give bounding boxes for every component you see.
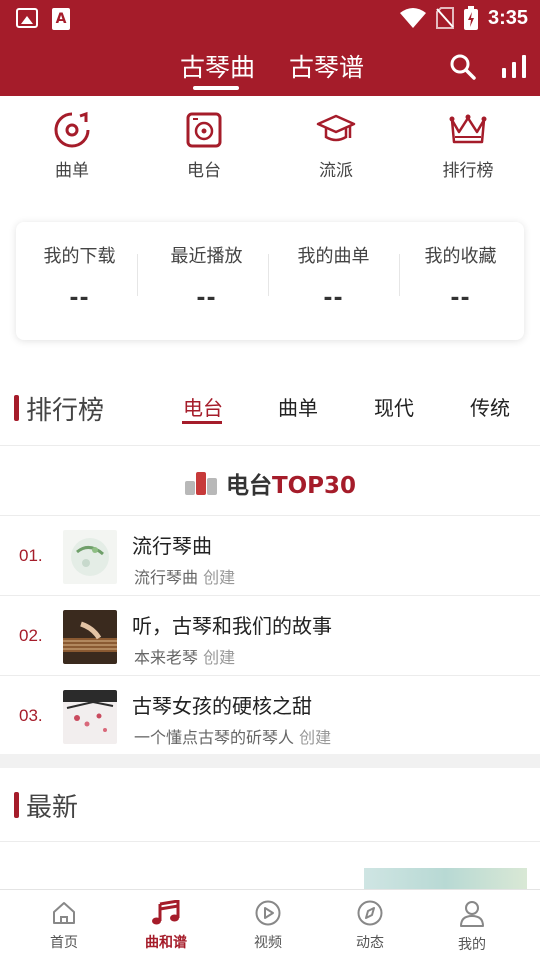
- divider: [268, 254, 269, 296]
- nav-video[interactable]: 视频: [228, 900, 308, 952]
- stat-label: 我的收藏: [424, 246, 497, 267]
- nav-feed[interactable]: 动态: [330, 900, 410, 952]
- item-title: 古琴女孩的硬核之甜: [132, 694, 312, 718]
- chart-bars-icon[interactable]: [500, 54, 528, 80]
- home-icon: [53, 902, 75, 924]
- app-header: A 3:35 古琴曲 古琴谱: [0, 0, 540, 96]
- item-suffix: 创建: [203, 568, 236, 587]
- category-label: 电台: [187, 161, 221, 181]
- category-genre[interactable]: 流派: [296, 110, 376, 181]
- cover-image: [63, 530, 117, 584]
- category-radio[interactable]: 电台: [164, 110, 244, 181]
- rank-number: 02.: [19, 626, 43, 645]
- stat-label: 我的曲单: [297, 246, 370, 267]
- nav-label: 视频: [254, 935, 282, 951]
- cover-image: [63, 690, 117, 744]
- rank-number: 03.: [19, 706, 43, 725]
- section-separator: [0, 754, 540, 768]
- no-sim-icon: [435, 7, 454, 29]
- nav-profile[interactable]: 我的: [432, 900, 512, 954]
- item-title: 流行琴曲: [132, 534, 212, 558]
- battery-icon: [463, 6, 478, 30]
- divider: [0, 841, 540, 842]
- nav-label: 首页: [50, 935, 78, 951]
- stat-downloads[interactable]: 我的下载 --: [16, 222, 143, 340]
- my-stats-card: 我的下载 -- 最近播放 -- 我的曲单 -- 我的收藏 --: [16, 222, 524, 340]
- category-row: 曲单 电台 流派 排行榜: [0, 110, 540, 190]
- list-item[interactable]: 02. 听，古琴和我们的故事 本来老琴 创建: [0, 596, 540, 676]
- item-suffix: 创建: [299, 728, 332, 747]
- text-a-icon: A: [52, 8, 70, 30]
- stat-value: --: [196, 286, 217, 311]
- stat-label: 最近播放: [170, 246, 243, 267]
- category-label: 流派: [319, 161, 353, 181]
- latest-cover-image[interactable]: [364, 868, 527, 890]
- compass-icon: [357, 900, 383, 926]
- nav-label: 动态: [356, 935, 384, 951]
- stat-value: --: [69, 286, 90, 311]
- list-item[interactable]: 03. 古琴女孩的硬核之甜 一个懂点古琴的斫琴人 创建: [0, 676, 540, 756]
- stat-favorites[interactable]: 我的收藏 --: [397, 222, 524, 340]
- stat-recent[interactable]: 最近播放 --: [143, 222, 270, 340]
- active-tab-indicator: [193, 86, 239, 90]
- stat-my-playlists[interactable]: 我的曲单 --: [270, 222, 397, 340]
- ranking-section-title: 排行榜: [26, 396, 105, 426]
- top30-highlight: TOP30: [271, 473, 357, 499]
- item-suffix: 创建: [203, 648, 236, 667]
- status-time: 3:35: [487, 6, 528, 29]
- section-accent: [14, 395, 19, 421]
- nav-music[interactable]: 曲和谱: [126, 900, 206, 952]
- rank-tab-indicator: [182, 421, 222, 424]
- tab-guqin-score[interactable]: 古琴谱: [289, 48, 364, 84]
- rank-tab-playlist[interactable]: 曲单: [278, 392, 318, 421]
- image-icon: [16, 8, 38, 28]
- stat-value: --: [450, 286, 471, 311]
- rank-tab-modern[interactable]: 现代: [374, 392, 414, 421]
- podium-icon: [184, 472, 217, 495]
- rank-tab-radio[interactable]: 电台: [183, 392, 223, 421]
- latest-section-title: 最新: [26, 793, 79, 823]
- divider: [0, 445, 540, 446]
- disc-icon: [54, 111, 90, 148]
- section-accent: [14, 792, 19, 818]
- stat-value: --: [323, 286, 344, 311]
- tab-guqin-music[interactable]: 古琴曲: [180, 48, 255, 84]
- item-author: 一个懂点古琴的斫琴人: [134, 728, 295, 747]
- music-note-icon: [152, 900, 180, 925]
- rank-number: 01.: [19, 546, 43, 565]
- item-author: 流行琴曲: [134, 568, 199, 587]
- divider: [137, 254, 138, 296]
- list-item[interactable]: 01. 流行琴曲 流行琴曲 创建: [0, 516, 540, 596]
- bottom-nav: 首页 曲和谱 视频 动态 我的: [0, 889, 540, 960]
- radio-icon: [186, 112, 222, 148]
- top30-banner[interactable]: 电台TOP30: [0, 466, 540, 506]
- category-label: 排行榜: [442, 161, 494, 181]
- crown-icon: [449, 114, 487, 144]
- nav-home[interactable]: 首页: [24, 900, 104, 952]
- wifi-icon: [399, 8, 426, 28]
- play-icon: [255, 900, 281, 926]
- search-icon[interactable]: [450, 54, 476, 80]
- graduation-cap-icon: [316, 114, 356, 142]
- item-title: 听，古琴和我们的故事: [132, 614, 332, 638]
- top30-prefix: 电台: [225, 473, 272, 499]
- cover-image: [63, 610, 117, 664]
- item-author: 本来老琴: [134, 648, 199, 667]
- stat-label: 我的下载: [43, 246, 116, 267]
- category-playlist[interactable]: 曲单: [32, 110, 112, 181]
- person-icon: [460, 901, 484, 927]
- status-bar: A 3:35: [0, 0, 540, 36]
- nav-label: 曲和谱: [145, 935, 187, 951]
- category-label: 曲单: [55, 161, 89, 181]
- nav-label: 我的: [458, 937, 486, 953]
- rank-tab-traditional[interactable]: 传统: [470, 392, 510, 421]
- category-ranking[interactable]: 排行榜: [428, 110, 508, 181]
